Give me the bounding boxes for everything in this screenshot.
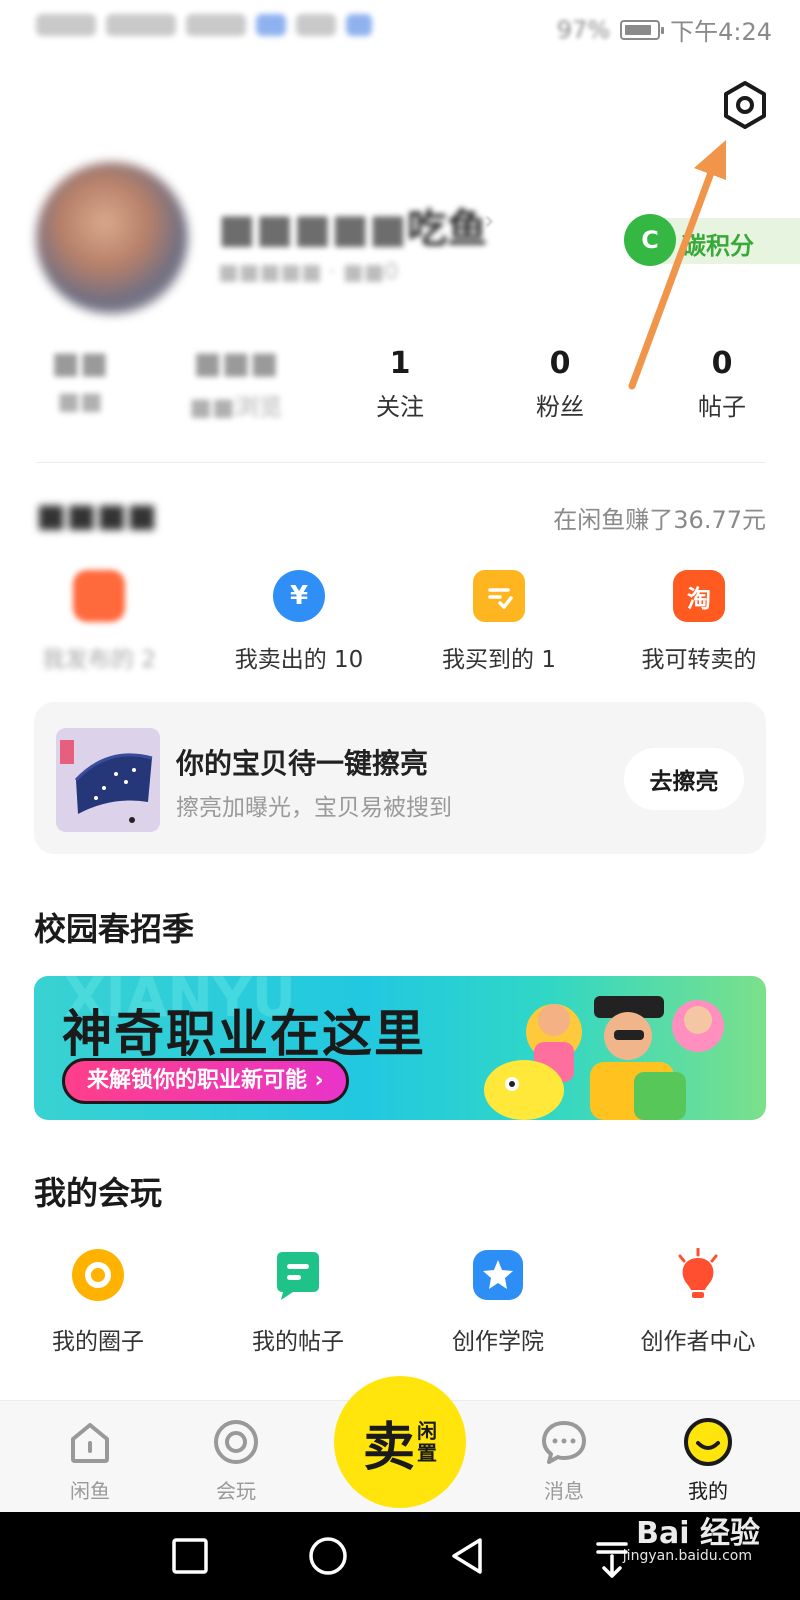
check-list-icon: [473, 570, 525, 622]
stat-blurred-1[interactable]: ■■ ■■: [10, 346, 150, 415]
avatar[interactable]: [36, 162, 188, 314]
trade-resellable[interactable]: 淘 我可转卖的: [614, 570, 784, 674]
back-button[interactable]: [446, 1534, 490, 1578]
nav-messages[interactable]: 消息: [504, 1417, 624, 1504]
status-time: 下午4:24: [670, 18, 772, 46]
play-heading: 我的会玩: [34, 1174, 163, 1212]
stat-following[interactable]: 1 关注: [330, 346, 470, 422]
polish-title: 你的宝贝待一键擦亮: [176, 747, 429, 780]
username[interactable]: ■■■■■吃鱼: [218, 196, 487, 254]
polish-button[interactable]: 去擦亮: [624, 748, 744, 810]
circle-home-icon: [309, 1537, 347, 1575]
banner-cta[interactable]: 来解锁你的职业新可能 ›: [62, 1058, 349, 1104]
square-icon: [172, 1538, 208, 1574]
banner-title: 神奇职业在这里: [62, 1005, 426, 1063]
post-icon: [277, 1252, 319, 1300]
nav-home[interactable]: 闲鱼: [30, 1417, 150, 1504]
status-bar: 97% 下午4:24: [0, 0, 800, 56]
yen-icon: ¥: [273, 570, 325, 622]
carbon-c-icon: C: [624, 214, 676, 266]
star-icon: [473, 1250, 523, 1300]
recent-apps-button[interactable]: [168, 1534, 212, 1578]
nav-me[interactable]: 我的: [648, 1417, 768, 1504]
chevron-right-icon[interactable]: ›: [484, 206, 494, 236]
campus-banner[interactable]: XIANYU 神奇职业在这里 来解锁你的职业新可能 ›: [34, 976, 766, 1120]
play-my-posts[interactable]: 我的帖子: [208, 1248, 388, 1356]
stat-posts[interactable]: 0 帖子: [652, 346, 792, 422]
settings-button[interactable]: [720, 80, 770, 130]
stat-views[interactable]: ■■■ ■■浏览: [166, 346, 306, 422]
target-icon: [214, 1420, 258, 1464]
trade-section-title-blurred: ■■■■: [36, 496, 157, 534]
carbon-points-badge[interactable]: C 碳积分: [624, 214, 800, 266]
polish-item-card[interactable]: 你的宝贝待一键擦亮 擦亮加曝光，宝贝易被搜到 去擦亮: [34, 702, 766, 854]
divider: [36, 462, 766, 463]
published-icon: [73, 570, 125, 622]
user-id: ■■■■■ · ■■0: [218, 260, 399, 285]
play-my-circles[interactable]: 我的圈子: [8, 1248, 188, 1356]
nav-play[interactable]: 会玩: [176, 1417, 296, 1504]
campus-heading: 校园春招季: [34, 910, 195, 948]
trade-sold[interactable]: ¥ 我卖出的 10: [214, 570, 384, 674]
play-creator-center[interactable]: 创作者中心: [608, 1247, 788, 1356]
earnings-summary[interactable]: 在闲鱼赚了36.77元: [553, 500, 766, 535]
status-icons-blurred: [36, 14, 372, 36]
baidu-jingyan-watermark: Bai 经验: [636, 1516, 760, 1551]
username-visible-part: 吃鱼: [406, 206, 487, 252]
trade-published[interactable]: 我发布的 2: [14, 570, 184, 674]
sell-button[interactable]: 卖 闲置: [334, 1376, 466, 1508]
back-triangle-icon: [452, 1538, 482, 1574]
smile-icon: [684, 1418, 732, 1466]
bulb-icon: [678, 1247, 718, 1298]
taobao-icon: 淘: [673, 570, 725, 622]
settings-hexagon-icon: [724, 81, 766, 129]
profile-stats: ■■ ■■ ■■■ ■■浏览 1 关注 0 粉丝 0 帖子: [0, 346, 800, 426]
home-icon: [71, 1423, 109, 1463]
watermark-url: jingyan.baidu.com: [622, 1548, 752, 1564]
play-creator-academy[interactable]: 创作学院: [408, 1248, 588, 1356]
item-thumbnail-umbrella: [56, 728, 160, 832]
battery-icon: [620, 19, 665, 40]
chat-icon: [542, 1421, 586, 1464]
polish-subtitle: 擦亮加曝光，宝贝易被搜到: [176, 795, 452, 821]
trade-bought[interactable]: 我买到的 1: [414, 570, 584, 674]
circle-icon: [72, 1249, 124, 1301]
carbon-points-label: 碳积分: [682, 232, 754, 260]
stat-followers[interactable]: 0 粉丝: [490, 346, 630, 422]
battery-percentage: 97%: [556, 15, 611, 44]
home-system-button[interactable]: [306, 1534, 350, 1578]
